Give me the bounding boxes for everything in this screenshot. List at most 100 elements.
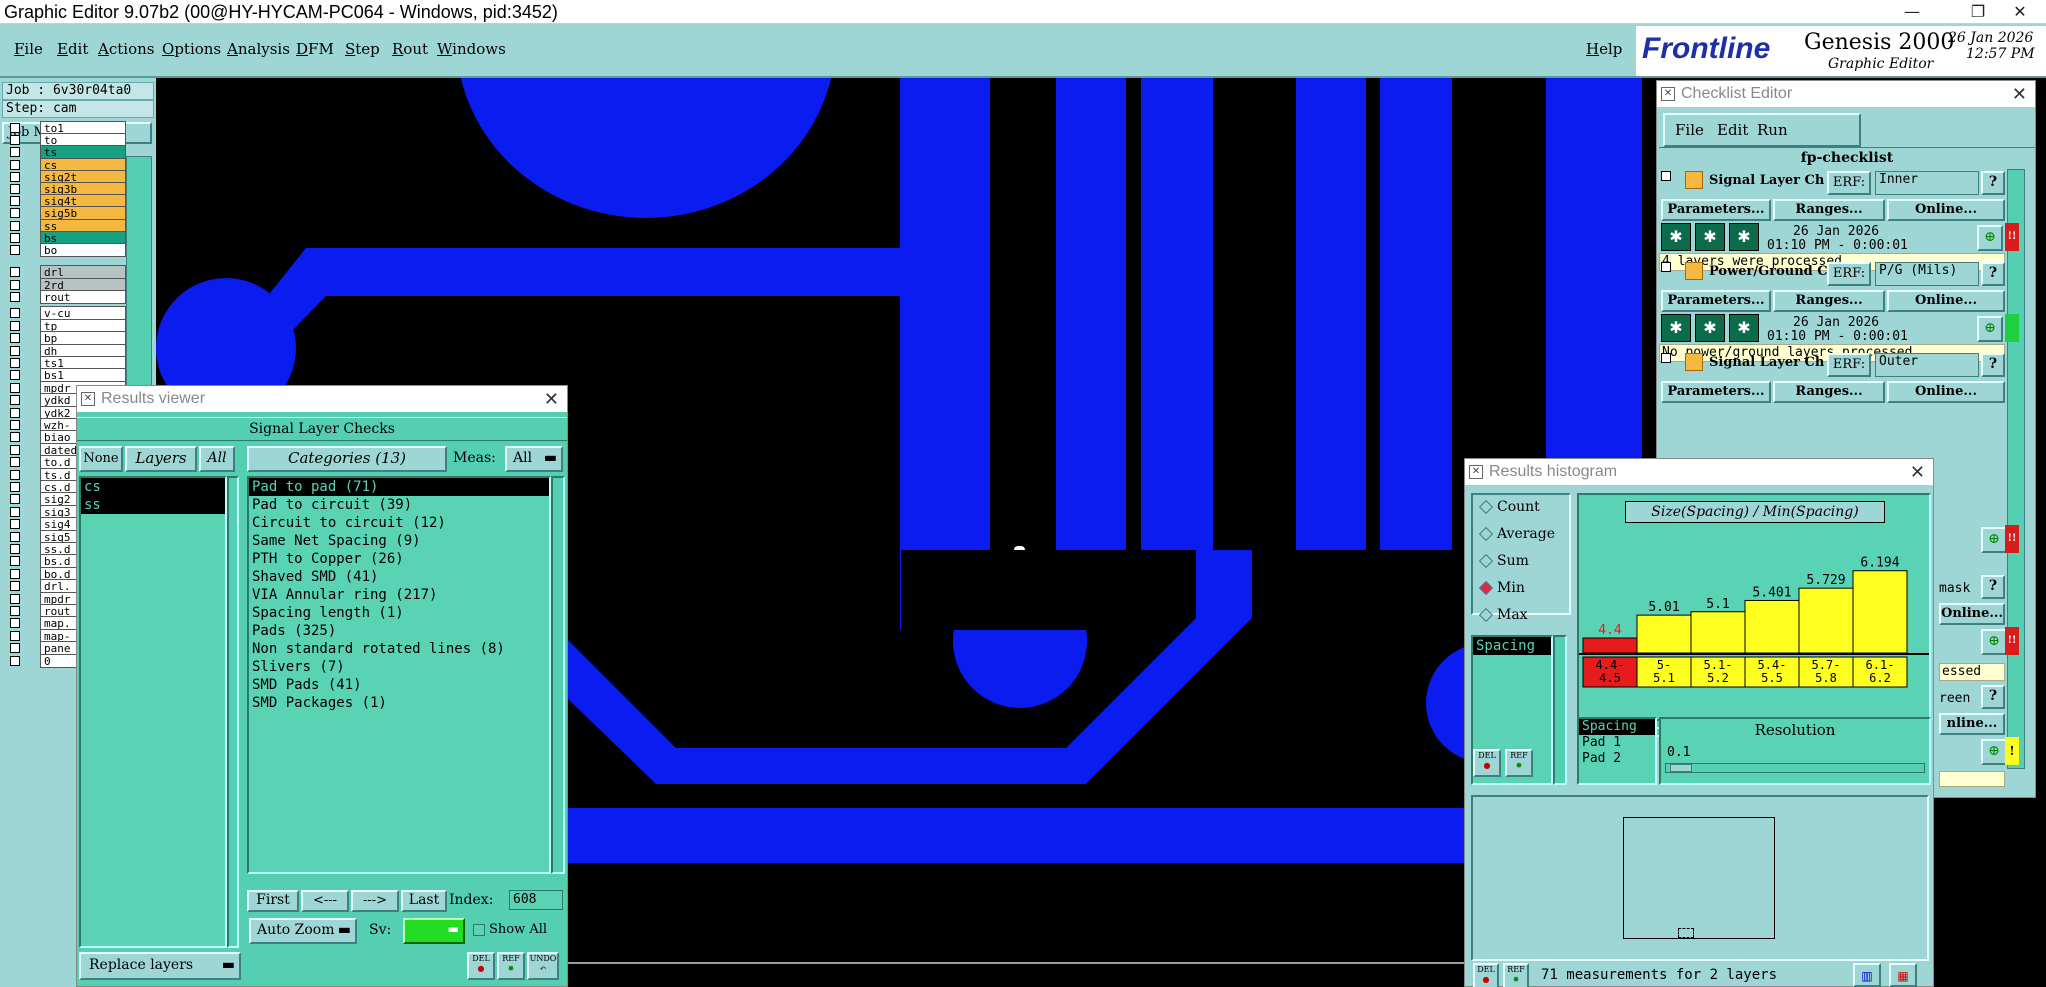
checklist-menu-run[interactable]: Run — [1757, 121, 1788, 139]
close-icon[interactable]: ✕ — [1910, 459, 1925, 485]
run-icon[interactable]: ✱ — [1729, 314, 1759, 342]
run-icon[interactable]: ✱ — [1695, 314, 1725, 342]
layer-checkbox[interactable] — [10, 333, 20, 344]
online-button[interactable]: Online... — [1887, 290, 2005, 312]
layer-checkbox[interactable] — [10, 444, 20, 455]
layer-checkbox[interactable] — [10, 245, 20, 255]
layer-checkbox[interactable] — [10, 171, 20, 182]
entry-erf-button[interactable]: ERF: — [1827, 171, 1871, 195]
parameters-button[interactable]: Parameters... — [1661, 290, 1771, 312]
checklist-menu-edit[interactable]: Edit — [1717, 121, 1748, 139]
show-all-checkbox[interactable] — [473, 924, 485, 936]
layer-checkbox[interactable] — [10, 345, 20, 356]
resolution-slider[interactable] — [1665, 763, 1925, 773]
category-item[interactable]: Pad to circuit (39) — [249, 496, 549, 514]
category-item[interactable]: SMD Packages (1) — [249, 694, 549, 712]
layer-checkbox[interactable] — [10, 123, 20, 133]
layer-checkbox[interactable] — [10, 643, 20, 654]
layer-checkbox[interactable] — [10, 469, 20, 480]
layer-checkbox[interactable] — [10, 196, 20, 207]
entry-erf-value[interactable]: Inner — [1875, 171, 1979, 195]
checklist-titlebar[interactable]: ✕ Checklist Editor ✕ — [1657, 81, 2035, 107]
category-item[interactable]: SMD Pads (41) — [249, 676, 549, 694]
status-ref-button[interactable]: REF ✸ — [1503, 963, 1529, 987]
zoom-icon[interactable]: ⊕ — [1981, 527, 2007, 553]
help-icon[interactable]: ? — [1981, 575, 2005, 599]
online-button[interactable]: Online... — [1887, 381, 2005, 403]
entry-name[interactable]: Signal Layer Ch — [1709, 173, 1827, 188]
layer-checkbox[interactable] — [10, 135, 20, 146]
menu-options[interactable]: Options — [162, 40, 221, 58]
histogram-zoom-button[interactable]: ▦ — [1889, 963, 1917, 987]
radio-icon[interactable] — [1478, 526, 1494, 542]
category-item[interactable]: Slivers (7) — [249, 658, 549, 676]
entry-erf-value[interactable]: P/G (Mils) — [1875, 262, 1979, 286]
categories-scrollbar[interactable] — [551, 476, 565, 874]
entry-erf-button[interactable]: ERF: — [1827, 262, 1871, 286]
checklist-scrollbar[interactable] — [2007, 169, 2025, 769]
run-icon[interactable]: ✱ — [1661, 314, 1691, 342]
categories-list[interactable]: Pad to pad (71) Pad to circuit (39) Circui… — [247, 476, 551, 874]
help-icon[interactable]: ? — [1981, 685, 2005, 709]
menu-windows[interactable]: Windows — [437, 40, 506, 58]
category-item[interactable]: Circuit to circuit (12) — [249, 514, 549, 532]
meas-select[interactable]: All ▬ — [505, 446, 563, 472]
layer-checkbox[interactable] — [10, 147, 20, 158]
menu-dfm[interactable]: DFM — [296, 40, 334, 58]
ref-button[interactable]: REF ✸ — [497, 952, 525, 980]
none-button[interactable]: None — [79, 446, 123, 472]
help-icon[interactable]: ? — [1981, 353, 2005, 377]
histogram-bar[interactable] — [1636, 614, 1692, 654]
radio-icon[interactable] — [1478, 580, 1494, 596]
close-icon[interactable]: ✕ — [544, 386, 559, 412]
status-del-button[interactable]: DEL ● — [1473, 963, 1499, 987]
checklist-menu-file[interactable]: File — [1675, 121, 1704, 139]
histogram-ref-button[interactable]: REF ✸ — [1505, 749, 1533, 777]
layer-checkbox[interactable] — [10, 457, 20, 468]
layer-row-a-10[interactable]: bo — [4, 243, 126, 258]
layer-checkbox[interactable] — [10, 482, 20, 492]
layer-checkbox[interactable] — [10, 519, 20, 530]
agg-option-count[interactable]: Count — [1473, 495, 1569, 522]
all-button[interactable]: All — [199, 446, 235, 472]
layer-checkbox[interactable] — [10, 655, 20, 666]
layer-checkbox[interactable] — [10, 506, 20, 517]
entry-checkbox[interactable] — [1661, 262, 1671, 272]
layer-checkbox[interactable] — [10, 432, 20, 443]
layer-checkbox[interactable] — [10, 407, 20, 418]
resolution-value[interactable]: 0.1 — [1665, 745, 1925, 763]
layer-item-ss[interactable]: ss — [81, 496, 225, 514]
ranges-button[interactable]: Ranges... — [1773, 199, 1885, 221]
category-item[interactable]: VIA Annular ring (217) — [249, 586, 549, 604]
layer-checkbox[interactable] — [10, 308, 20, 319]
undo-button[interactable]: UNDO ↶ — [527, 952, 559, 980]
category-item[interactable]: Non standard rotated lines (8) — [249, 640, 549, 658]
online-button[interactable]: nline... — [1939, 713, 2005, 735]
attr-item-spacing[interactable]: Spacing — [1473, 637, 1551, 655]
layer-checkbox[interactable] — [10, 420, 20, 430]
layer-checkbox[interactable] — [10, 220, 20, 231]
last-button[interactable]: Last — [401, 890, 447, 912]
help-icon[interactable]: ? — [1981, 171, 2005, 195]
categories-button[interactable]: Categories (13) — [247, 446, 447, 472]
layers-button[interactable]: Layers — [125, 446, 197, 472]
window-menu-icon[interactable]: ✕ — [1661, 87, 1675, 101]
category-item[interactable]: Pad to pad (71) — [249, 478, 549, 496]
layer-checkbox[interactable] — [10, 382, 20, 393]
layers-list[interactable]: cs ss — [79, 476, 227, 948]
replace-layers-select[interactable]: Replace layers ▬ — [79, 952, 241, 980]
parameters-button[interactable]: Parameters... — [1661, 381, 1771, 403]
entry-name[interactable]: Signal Layer Ch — [1709, 355, 1827, 370]
histogram-bar[interactable] — [1852, 570, 1908, 654]
ranges-button[interactable]: Ranges... — [1773, 290, 1885, 312]
ranges-button[interactable]: Ranges... — [1773, 381, 1885, 403]
histogram-del-button[interactable]: DEL ● — [1473, 749, 1501, 777]
auto-zoom-select[interactable]: Auto Zoom ▬ — [249, 918, 357, 944]
del-button[interactable]: DEL ● — [467, 952, 495, 980]
category-item[interactable]: Spacing length (1) — [249, 604, 549, 622]
layer-checkbox[interactable] — [10, 370, 20, 381]
zoom-icon[interactable]: ⊕ — [1977, 225, 2003, 251]
parameters-button[interactable]: Parameters... — [1661, 199, 1771, 221]
preview-box[interactable] — [1623, 817, 1775, 939]
layer-checkbox[interactable] — [10, 568, 20, 579]
